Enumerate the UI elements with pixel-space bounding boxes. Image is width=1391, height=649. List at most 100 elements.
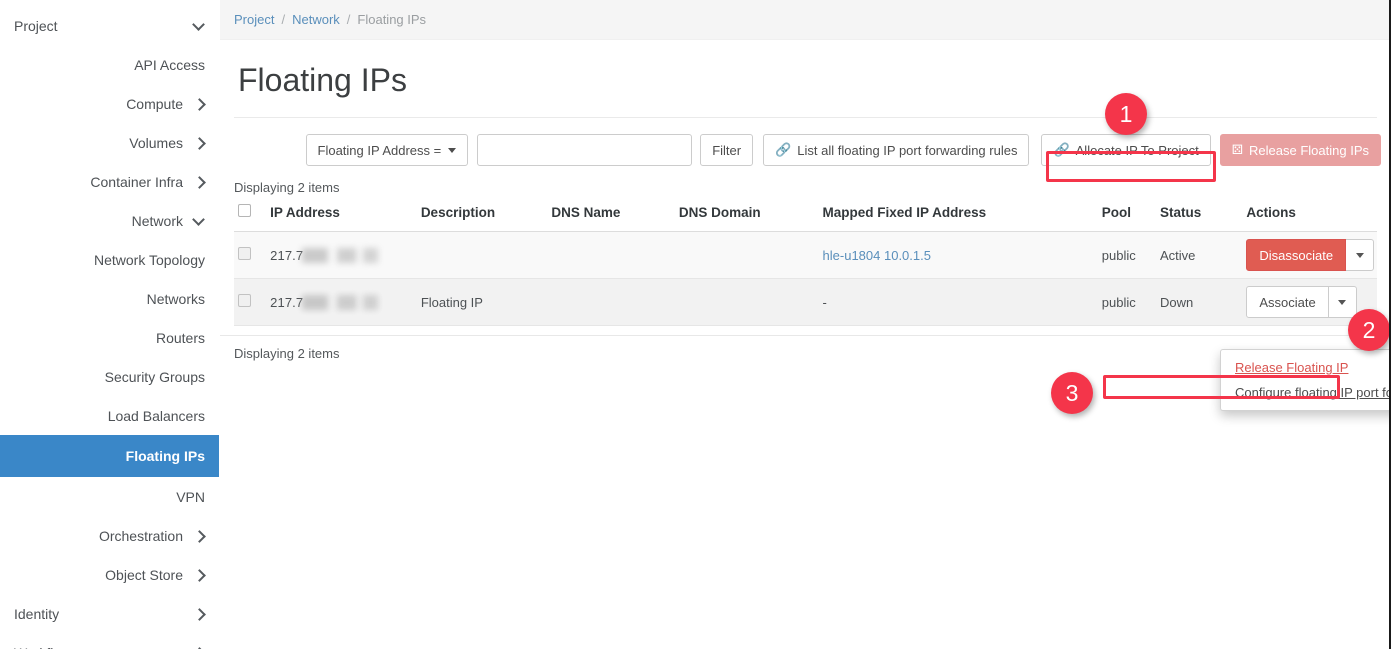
sidebar-navigation: Project API Access Compute Volumes Conta…: [0, 0, 220, 649]
row-actions-dropdown-toggle[interactable]: [1329, 286, 1357, 318]
menu-item-configure-port-forwarding-rules[interactable]: Configure floating IP port forwarding ru…: [1221, 380, 1391, 405]
sidebar-item-container-infra[interactable]: Container Infra: [0, 162, 219, 201]
cell-description: [421, 232, 552, 279]
ip-address-visible: 217.7: [270, 248, 303, 263]
sidebar-item-label: Network Topology: [94, 252, 205, 268]
allocate-ip-to-project-button[interactable]: 🔗 Allocate IP To Project: [1041, 134, 1210, 166]
table-row: 217.7 hle-u1804 10.0.1.5 public Active: [234, 232, 1377, 279]
step-badge-3: 3: [1051, 372, 1093, 414]
sidebar-item-label: Floating IPs: [126, 448, 205, 464]
sidebar-item-label: Network: [55, 213, 183, 229]
displaying-count-top: Displaying 2 items: [220, 180, 1391, 195]
cell-status: Active: [1160, 232, 1246, 279]
page-header: Floating IPs: [220, 62, 1391, 99]
header-ip-address[interactable]: IP Address: [270, 204, 421, 232]
sidebar-item-object-store[interactable]: Object Store: [0, 555, 219, 594]
ip-address-value: 217.7: [270, 248, 378, 263]
cell-pool: public: [1102, 232, 1160, 279]
header-dns-name[interactable]: DNS Name: [551, 204, 679, 232]
sidebar-item-label: Workflow: [14, 645, 71, 649]
breadcrumb-separator: /: [347, 12, 351, 27]
sidebar-item-routers[interactable]: Routers: [0, 318, 219, 357]
table-body: 217.7 hle-u1804 10.0.1.5 public Active: [234, 232, 1377, 326]
sidebar-item-identity[interactable]: Identity: [0, 594, 219, 633]
sidebar-item-load-balancers[interactable]: Load Balancers: [0, 396, 219, 435]
row-actions-dropdown-menu: Release Floating IP Configure floating I…: [1220, 349, 1391, 411]
sidebar-item-vpn[interactable]: VPN: [0, 477, 219, 516]
sidebar-item-label: Security Groups: [105, 369, 205, 385]
chevron-right-icon: [193, 607, 207, 621]
link-icon: 🔗: [1053, 142, 1069, 158]
cell-pool: public: [1102, 279, 1160, 326]
sidebar-item-api-access[interactable]: API Access: [0, 45, 219, 84]
header-status[interactable]: Status: [1160, 204, 1246, 232]
step-badge-1: 1: [1105, 93, 1147, 135]
search-input[interactable]: [477, 134, 692, 166]
breadcrumb-project[interactable]: Project: [234, 12, 274, 27]
select-all-header: [234, 204, 270, 232]
menu-item-release-floating-ip[interactable]: Release Floating IP: [1221, 355, 1391, 380]
ip-address-visible: 217.7: [270, 295, 303, 310]
row-action-group: Disassociate: [1246, 239, 1374, 271]
sidebar-item-network[interactable]: Network: [0, 201, 219, 240]
sidebar-item-label: API Access: [134, 57, 205, 73]
row-actions-dropdown-toggle[interactable]: [1346, 239, 1374, 271]
filter-button[interactable]: Filter: [700, 134, 753, 166]
associate-button[interactable]: Associate: [1246, 286, 1328, 318]
header-dns-domain[interactable]: DNS Domain: [679, 204, 823, 232]
chevron-down-icon: [448, 148, 456, 153]
chevron-right-icon: [193, 568, 207, 582]
chevron-down-icon: [1338, 300, 1346, 305]
sidebar-item-label: Container Infra: [55, 174, 183, 190]
row-select-cell: [234, 279, 270, 326]
sidebar-item-floating-ips[interactable]: Floating IPs: [0, 435, 219, 477]
chevron-down-icon: [1356, 253, 1364, 258]
disassociate-button[interactable]: Disassociate: [1246, 239, 1346, 271]
row-checkbox[interactable]: [238, 247, 251, 260]
breadcrumb-network[interactable]: Network: [292, 12, 340, 27]
step-badge-number: 2: [1363, 317, 1376, 344]
header-pool[interactable]: Pool: [1102, 204, 1160, 232]
filter-field-label: Floating IP Address =: [318, 143, 442, 158]
release-floating-ips-button[interactable]: ⚄ Release Floating IPs: [1220, 134, 1381, 166]
chevron-down-icon: [193, 19, 207, 33]
cell-mapped-fixed-ip: hle-u1804 10.0.1.5: [823, 232, 1102, 279]
filter-field-select[interactable]: Floating IP Address =: [306, 134, 469, 166]
ip-address-value: 217.7: [270, 295, 378, 310]
select-all-checkbox[interactable]: [238, 204, 251, 217]
sidebar-item-security-groups[interactable]: Security Groups: [0, 357, 219, 396]
table-header-row: IP Address Description DNS Name DNS Doma…: [234, 204, 1377, 232]
sidebar-item-orchestration[interactable]: Orchestration: [0, 516, 219, 555]
header-actions: Actions: [1246, 204, 1377, 232]
sidebar-item-networks[interactable]: Networks: [0, 279, 219, 318]
breadcrumb-current: Floating IPs: [357, 12, 426, 27]
row-checkbox[interactable]: [238, 294, 251, 307]
header-mapped-fixed-ip[interactable]: Mapped Fixed IP Address: [823, 204, 1102, 232]
sidebar-item-network-topology[interactable]: Network Topology: [0, 240, 219, 279]
chevron-right-icon: [193, 136, 207, 150]
sidebar-item-label: Compute: [55, 96, 183, 112]
cell-ip-address: 217.7: [270, 279, 421, 326]
sidebar-item-label: Networks: [147, 291, 205, 307]
chevron-right-icon: [193, 529, 207, 543]
step-badge-2: 2: [1348, 309, 1390, 351]
sidebar-item-workflow[interactable]: Workflow: [0, 633, 219, 649]
chevron-down-icon: [193, 214, 207, 228]
sidebar-item-compute[interactable]: Compute: [0, 84, 219, 123]
mapped-instance-link[interactable]: hle-u1804 10.0.1.5: [823, 248, 931, 263]
release-icon: ⚄: [1232, 142, 1243, 158]
list-port-forwarding-rules-button[interactable]: 🔗 List all floating IP port forwarding r…: [763, 134, 1029, 166]
step-badge-number: 3: [1066, 380, 1079, 407]
allocate-ip-label: Allocate IP To Project: [1076, 143, 1199, 158]
chevron-right-icon: [193, 97, 207, 111]
sidebar-item-project[interactable]: Project: [0, 6, 219, 45]
displaying-count-bottom: Displaying 2 items: [220, 335, 1391, 361]
cell-status: Down: [1160, 279, 1246, 326]
chevron-right-icon: [193, 646, 207, 649]
header-description[interactable]: Description: [421, 204, 552, 232]
sidebar-item-volumes[interactable]: Volumes: [0, 123, 219, 162]
ip-address-redacted-mask: [302, 295, 378, 310]
cell-actions: Disassociate: [1246, 232, 1377, 279]
cell-dns-name: [551, 279, 679, 326]
cell-description: Floating IP: [421, 279, 552, 326]
